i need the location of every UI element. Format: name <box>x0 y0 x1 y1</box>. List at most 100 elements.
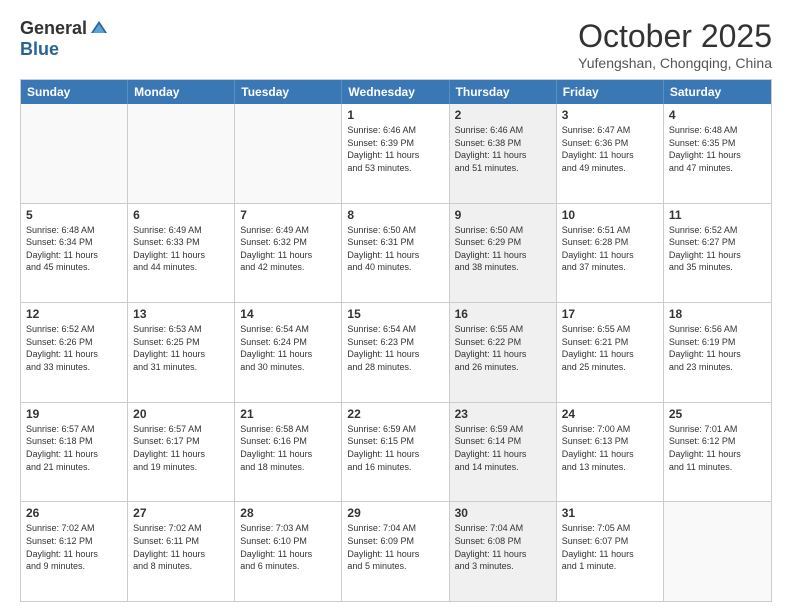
day-number: 20 <box>133 407 229 421</box>
day-number: 23 <box>455 407 551 421</box>
weekday-header: Thursday <box>450 80 557 104</box>
day-number: 18 <box>669 307 766 321</box>
cell-info: Sunrise: 6:47 AM Sunset: 6:36 PM Dayligh… <box>562 124 658 174</box>
calendar-cell: 25 Sunrise: 7:01 AM Sunset: 6:12 PM Dayli… <box>664 403 771 502</box>
calendar-week: 12 Sunrise: 6:52 AM Sunset: 6:26 PM Dayli… <box>21 302 771 402</box>
calendar-cell: 4 Sunrise: 6:48 AM Sunset: 6:35 PM Daylig… <box>664 104 771 203</box>
title-section: October 2025 Yufengshan, Chongqing, Chin… <box>578 18 772 71</box>
calendar-cell: 6 Sunrise: 6:49 AM Sunset: 6:33 PM Daylig… <box>128 204 235 303</box>
cell-info: Sunrise: 6:56 AM Sunset: 6:19 PM Dayligh… <box>669 323 766 373</box>
cell-info: Sunrise: 6:58 AM Sunset: 6:16 PM Dayligh… <box>240 423 336 473</box>
cell-info: Sunrise: 6:50 AM Sunset: 6:31 PM Dayligh… <box>347 224 443 274</box>
day-number: 30 <box>455 506 551 520</box>
day-number: 26 <box>26 506 122 520</box>
day-number: 8 <box>347 208 443 222</box>
calendar-cell: 24Sunrise: 7:00 AM Sunset: 6:13 PM Dayli… <box>557 403 664 502</box>
cell-info: Sunrise: 6:54 AM Sunset: 6:24 PM Dayligh… <box>240 323 336 373</box>
calendar-header: SundayMondayTuesdayWednesdayThursdayFrid… <box>21 80 771 104</box>
cell-info: Sunrise: 7:04 AM Sunset: 6:09 PM Dayligh… <box>347 522 443 572</box>
calendar-cell: 27 Sunrise: 7:02 AM Sunset: 6:11 PM Dayli… <box>128 502 235 601</box>
cell-info: Sunrise: 7:04 AM Sunset: 6:08 PM Dayligh… <box>455 522 551 572</box>
month-title: October 2025 <box>578 18 772 55</box>
logo: General Blue <box>20 18 109 60</box>
logo-general-text: General <box>20 18 87 39</box>
calendar-cell: 8 Sunrise: 6:50 AM Sunset: 6:31 PM Daylig… <box>342 204 449 303</box>
calendar: SundayMondayTuesdayWednesdayThursdayFrid… <box>20 79 772 602</box>
cell-info: Sunrise: 6:51 AM Sunset: 6:28 PM Dayligh… <box>562 224 658 274</box>
day-number: 25 <box>669 407 766 421</box>
day-number: 9 <box>455 208 551 222</box>
day-number: 4 <box>669 108 766 122</box>
calendar-cell: 30 Sunrise: 7:04 AM Sunset: 6:08 PM Dayli… <box>450 502 557 601</box>
calendar-cell: 12 Sunrise: 6:52 AM Sunset: 6:26 PM Dayli… <box>21 303 128 402</box>
day-number: 12 <box>26 307 122 321</box>
calendar-cell: 13Sunrise: 6:53 AM Sunset: 6:25 PM Dayli… <box>128 303 235 402</box>
weekday-header: Saturday <box>664 80 771 104</box>
cell-info: Sunrise: 7:01 AM Sunset: 6:12 PM Dayligh… <box>669 423 766 473</box>
cell-info: Sunrise: 7:05 AM Sunset: 6:07 PM Dayligh… <box>562 522 658 572</box>
calendar-cell: 21Sunrise: 6:58 AM Sunset: 6:16 PM Dayli… <box>235 403 342 502</box>
calendar-week: 19 Sunrise: 6:57 AM Sunset: 6:18 PM Dayli… <box>21 402 771 502</box>
day-number: 24 <box>562 407 658 421</box>
weekday-header: Sunday <box>21 80 128 104</box>
cell-info: Sunrise: 6:57 AM Sunset: 6:17 PM Dayligh… <box>133 423 229 473</box>
day-number: 15 <box>347 307 443 321</box>
day-number: 1 <box>347 108 443 122</box>
calendar-cell <box>128 104 235 203</box>
day-number: 5 <box>26 208 122 222</box>
page: General Blue October 2025 Yufengshan, Ch… <box>0 0 792 612</box>
calendar-cell: 2 Sunrise: 6:46 AM Sunset: 6:38 PM Daylig… <box>450 104 557 203</box>
cell-info: Sunrise: 6:52 AM Sunset: 6:26 PM Dayligh… <box>26 323 122 373</box>
cell-info: Sunrise: 6:46 AM Sunset: 6:38 PM Dayligh… <box>455 124 551 174</box>
cell-info: Sunrise: 6:46 AM Sunset: 6:39 PM Dayligh… <box>347 124 443 174</box>
subtitle: Yufengshan, Chongqing, China <box>578 55 772 71</box>
calendar-week: 5Sunrise: 6:48 AM Sunset: 6:34 PM Daylig… <box>21 203 771 303</box>
calendar-cell: 22Sunrise: 6:59 AM Sunset: 6:15 PM Dayli… <box>342 403 449 502</box>
calendar-cell: 14 Sunrise: 6:54 AM Sunset: 6:24 PM Dayli… <box>235 303 342 402</box>
cell-info: Sunrise: 7:02 AM Sunset: 6:11 PM Dayligh… <box>133 522 229 572</box>
cell-info: Sunrise: 6:57 AM Sunset: 6:18 PM Dayligh… <box>26 423 122 473</box>
calendar-cell: 20 Sunrise: 6:57 AM Sunset: 6:17 PM Dayli… <box>128 403 235 502</box>
day-number: 2 <box>455 108 551 122</box>
day-number: 27 <box>133 506 229 520</box>
day-number: 16 <box>455 307 551 321</box>
cell-info: Sunrise: 6:49 AM Sunset: 6:33 PM Dayligh… <box>133 224 229 274</box>
cell-info: Sunrise: 6:55 AM Sunset: 6:22 PM Dayligh… <box>455 323 551 373</box>
calendar-cell: 17Sunrise: 6:55 AM Sunset: 6:21 PM Dayli… <box>557 303 664 402</box>
cell-info: Sunrise: 6:49 AM Sunset: 6:32 PM Dayligh… <box>240 224 336 274</box>
calendar-cell <box>235 104 342 203</box>
calendar-cell: 11Sunrise: 6:52 AM Sunset: 6:27 PM Dayli… <box>664 204 771 303</box>
calendar-cell: 19 Sunrise: 6:57 AM Sunset: 6:18 PM Dayli… <box>21 403 128 502</box>
calendar-week: 26 Sunrise: 7:02 AM Sunset: 6:12 PM Dayli… <box>21 501 771 601</box>
logo-icon <box>89 19 109 39</box>
header: General Blue October 2025 Yufengshan, Ch… <box>20 18 772 71</box>
day-number: 17 <box>562 307 658 321</box>
calendar-cell: 15Sunrise: 6:54 AM Sunset: 6:23 PM Dayli… <box>342 303 449 402</box>
day-number: 10 <box>562 208 658 222</box>
day-number: 13 <box>133 307 229 321</box>
day-number: 3 <box>562 108 658 122</box>
day-number: 29 <box>347 506 443 520</box>
calendar-cell: 28Sunrise: 7:03 AM Sunset: 6:10 PM Dayli… <box>235 502 342 601</box>
cell-info: Sunrise: 6:50 AM Sunset: 6:29 PM Dayligh… <box>455 224 551 274</box>
calendar-cell: 10 Sunrise: 6:51 AM Sunset: 6:28 PM Dayli… <box>557 204 664 303</box>
calendar-cell: 31Sunrise: 7:05 AM Sunset: 6:07 PM Dayli… <box>557 502 664 601</box>
weekday-header: Tuesday <box>235 80 342 104</box>
day-number: 7 <box>240 208 336 222</box>
calendar-body: 1 Sunrise: 6:46 AM Sunset: 6:39 PM Daylig… <box>21 104 771 601</box>
weekday-header: Monday <box>128 80 235 104</box>
cell-info: Sunrise: 6:59 AM Sunset: 6:15 PM Dayligh… <box>347 423 443 473</box>
calendar-cell: 1 Sunrise: 6:46 AM Sunset: 6:39 PM Daylig… <box>342 104 449 203</box>
day-number: 19 <box>26 407 122 421</box>
calendar-cell: 18 Sunrise: 6:56 AM Sunset: 6:19 PM Dayli… <box>664 303 771 402</box>
calendar-week: 1 Sunrise: 6:46 AM Sunset: 6:39 PM Daylig… <box>21 104 771 203</box>
calendar-cell: 16 Sunrise: 6:55 AM Sunset: 6:22 PM Dayli… <box>450 303 557 402</box>
cell-info: Sunrise: 6:48 AM Sunset: 6:35 PM Dayligh… <box>669 124 766 174</box>
day-number: 6 <box>133 208 229 222</box>
cell-info: Sunrise: 7:02 AM Sunset: 6:12 PM Dayligh… <box>26 522 122 572</box>
weekday-header: Friday <box>557 80 664 104</box>
calendar-cell: 3 Sunrise: 6:47 AM Sunset: 6:36 PM Daylig… <box>557 104 664 203</box>
cell-info: Sunrise: 6:52 AM Sunset: 6:27 PM Dayligh… <box>669 224 766 274</box>
calendar-cell <box>664 502 771 601</box>
day-number: 14 <box>240 307 336 321</box>
